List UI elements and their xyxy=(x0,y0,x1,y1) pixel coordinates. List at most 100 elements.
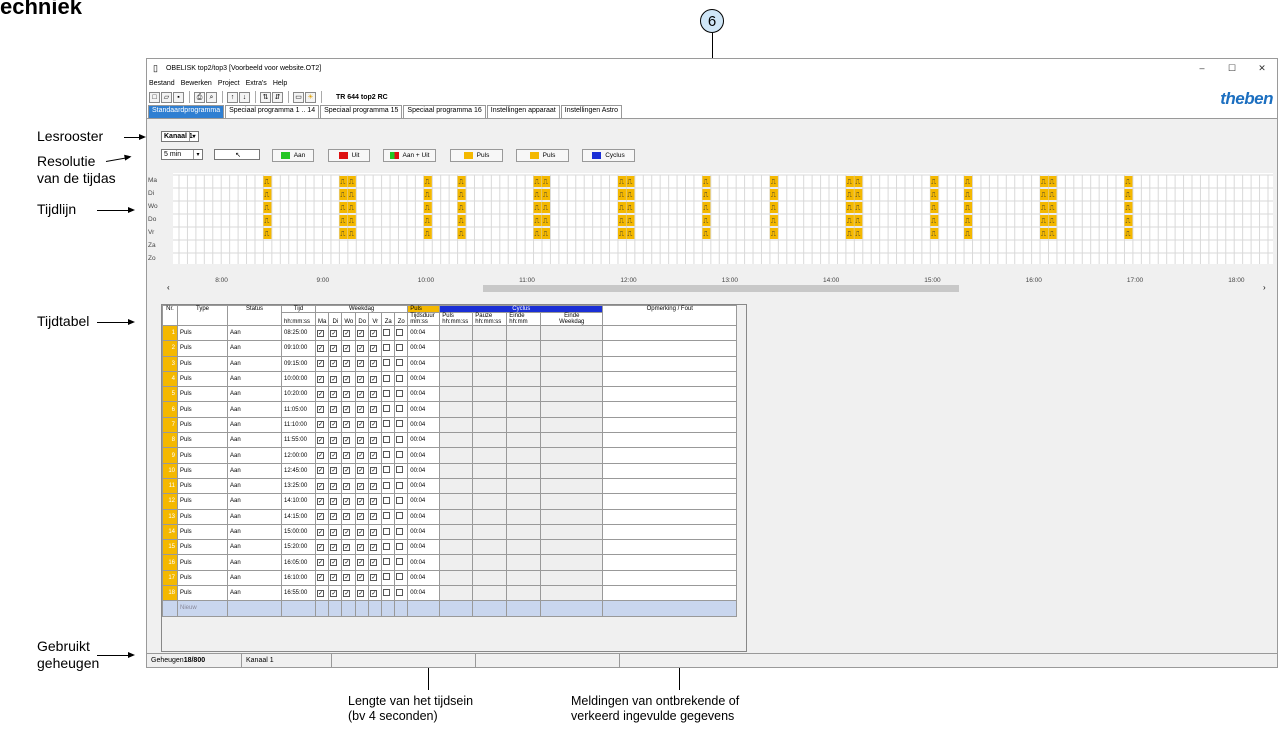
table-row[interactable]: 8 Puls Aan 11:55:00 ✓ ✓ ✓ ✓ ✓ 00:04 xyxy=(162,432,738,449)
table-row[interactable]: 15 Puls Aan 15:20:00 ✓ ✓ ✓ ✓ ✓ 00:04 xyxy=(162,539,738,556)
unchecked-checkbox[interactable] xyxy=(396,420,404,428)
unchecked-checkbox[interactable] xyxy=(383,588,391,596)
unchecked-checkbox[interactable] xyxy=(396,328,404,336)
row-type[interactable]: Puls xyxy=(177,401,228,418)
table-row[interactable]: 10 Puls Aan 12:45:00 ✓ ✓ ✓ ✓ ✓ 00:04 xyxy=(162,462,738,479)
unchecked-checkbox[interactable] xyxy=(396,542,404,550)
row-status[interactable]: Aan xyxy=(227,554,282,571)
row-status[interactable]: Aan xyxy=(227,523,282,541)
checked-checkbox[interactable]: ✓ xyxy=(357,559,365,567)
unchecked-checkbox[interactable] xyxy=(383,343,391,351)
checked-checkbox[interactable]: ✓ xyxy=(330,497,338,505)
unchecked-checkbox[interactable] xyxy=(383,389,391,397)
checked-checkbox[interactable]: ✓ xyxy=(317,559,324,567)
row-status[interactable]: Aan xyxy=(227,324,282,342)
checked-checkbox[interactable]: ✓ xyxy=(330,375,338,383)
table-row[interactable]: 11 Puls Aan 13:25:00 ✓ ✓ ✓ ✓ ✓ 00:04 xyxy=(162,477,738,495)
unchecked-checkbox[interactable] xyxy=(396,359,404,367)
tab-speciaal-15[interactable]: Speciaal programma 15 xyxy=(320,105,403,118)
row-time[interactable]: 10:20:00 xyxy=(281,386,316,403)
row-type[interactable]: Puls xyxy=(177,523,228,541)
row-time[interactable]: 15:20:00 xyxy=(281,539,316,556)
checked-checkbox[interactable]: ✓ xyxy=(330,543,338,551)
menu-help[interactable]: Help xyxy=(273,80,287,87)
row-time[interactable]: 16:55:00 xyxy=(281,585,316,602)
unchecked-checkbox[interactable] xyxy=(383,328,391,336)
row-duration[interactable]: 00:04 xyxy=(407,324,441,342)
checked-checkbox[interactable]: ✓ xyxy=(370,344,378,352)
timeline-scroll-thumb[interactable] xyxy=(483,285,959,292)
resolution-select[interactable]: 5 min ▾ xyxy=(161,149,203,160)
checked-checkbox[interactable]: ✓ xyxy=(370,329,378,337)
unchecked-checkbox[interactable] xyxy=(396,558,404,566)
menu-bestand[interactable]: Bestand xyxy=(149,80,175,87)
table-row[interactable]: 12 Puls Aan 14:10:00 ✓ ✓ ✓ ✓ ✓ 00:04 xyxy=(162,493,738,510)
row-duration[interactable]: 00:04 xyxy=(407,386,441,403)
row-status[interactable]: Aan xyxy=(227,508,282,525)
legend-puls-inverted-button[interactable]: Puls xyxy=(516,149,569,162)
row-status[interactable]: Aan xyxy=(227,539,282,556)
checked-checkbox[interactable]: ✓ xyxy=(357,375,365,383)
checked-checkbox[interactable]: ✓ xyxy=(357,344,365,352)
scroll-left-icon[interactable]: ‹ xyxy=(167,283,170,292)
legend-puls-button[interactable]: Puls xyxy=(450,149,503,162)
row-type[interactable]: Puls xyxy=(177,477,228,495)
checked-checkbox[interactable]: ✓ xyxy=(370,543,378,551)
open-folder-icon[interactable]: ▱ xyxy=(161,91,172,103)
table-row[interactable]: 4 Puls Aan 10:00:00 ✓ ✓ ✓ ✓ ✓ 00:04 xyxy=(162,370,738,388)
checked-checkbox[interactable]: ✓ xyxy=(343,375,351,383)
table-row[interactable]: 9 Puls Aan 12:00:00 ✓ ✓ ✓ ✓ ✓ 00:04 xyxy=(162,447,738,464)
menu-bewerken[interactable]: Bewerken xyxy=(181,80,212,87)
row-status[interactable]: Aan xyxy=(227,462,282,479)
card-icon[interactable]: ▭ xyxy=(293,91,304,103)
checked-checkbox[interactable]: ✓ xyxy=(343,436,351,444)
checked-checkbox[interactable]: ✓ xyxy=(357,329,365,337)
unchecked-checkbox[interactable] xyxy=(383,496,391,504)
checked-checkbox[interactable]: ✓ xyxy=(343,360,351,368)
row-type[interactable]: Puls xyxy=(177,508,228,525)
checked-checkbox[interactable]: ✓ xyxy=(317,329,324,337)
table-row[interactable]: 17 Puls Aan 16:10:00 ✓ ✓ ✓ ✓ ✓ 00:04 xyxy=(162,569,738,587)
row-status[interactable]: Aan xyxy=(227,401,282,418)
unchecked-checkbox[interactable] xyxy=(383,558,391,566)
checked-checkbox[interactable]: ✓ xyxy=(330,421,338,429)
checked-checkbox[interactable]: ✓ xyxy=(317,375,324,383)
row-duration[interactable]: 00:04 xyxy=(407,539,441,556)
checked-checkbox[interactable]: ✓ xyxy=(317,543,324,551)
checked-checkbox[interactable]: ✓ xyxy=(343,574,351,582)
row-status[interactable]: Aan xyxy=(227,493,282,510)
upload-device-icon[interactable]: ↑ xyxy=(227,91,238,103)
checked-checkbox[interactable]: ✓ xyxy=(370,421,378,429)
checked-checkbox[interactable]: ✓ xyxy=(317,528,324,536)
unchecked-checkbox[interactable] xyxy=(383,573,391,581)
row-time[interactable]: 13:25:00 xyxy=(281,477,316,495)
unchecked-checkbox[interactable] xyxy=(396,435,404,443)
checked-checkbox[interactable]: ✓ xyxy=(330,360,338,368)
checked-checkbox[interactable]: ✓ xyxy=(357,467,365,475)
pointer-tool-button[interactable]: ↖ xyxy=(214,149,260,160)
close-button[interactable]: ✕ xyxy=(1247,59,1277,77)
table-row[interactable]: 1 Puls Aan 08:25:00 ✓ ✓ ✓ ✓ ✓ 00:04 xyxy=(162,324,738,342)
row-type[interactable]: Puls xyxy=(177,386,228,403)
unchecked-checkbox[interactable] xyxy=(383,374,391,382)
row-duration[interactable]: 00:04 xyxy=(407,370,441,388)
checked-checkbox[interactable]: ✓ xyxy=(330,329,338,337)
checked-checkbox[interactable]: ✓ xyxy=(343,589,351,597)
unchecked-checkbox[interactable] xyxy=(396,573,404,581)
row-type[interactable]: Puls xyxy=(177,462,228,479)
unchecked-checkbox[interactable] xyxy=(383,527,391,535)
checked-checkbox[interactable]: ✓ xyxy=(343,390,351,398)
table-row[interactable]: 2 Puls Aan 09:10:00 ✓ ✓ ✓ ✓ ✓ 00:04 xyxy=(162,340,738,357)
checked-checkbox[interactable]: ✓ xyxy=(343,467,351,475)
checked-checkbox[interactable]: ✓ xyxy=(357,406,365,414)
new-file-icon[interactable]: □ xyxy=(149,91,160,103)
row-status[interactable]: Aan xyxy=(227,355,282,372)
checked-checkbox[interactable]: ✓ xyxy=(357,452,365,460)
print-icon[interactable]: ⎙ xyxy=(194,91,205,103)
row-status[interactable]: Aan xyxy=(227,447,282,464)
checked-checkbox[interactable]: ✓ xyxy=(343,559,351,567)
checked-checkbox[interactable]: ✓ xyxy=(330,559,338,567)
row-time[interactable]: 15:00:00 xyxy=(281,523,316,541)
checked-checkbox[interactable]: ✓ xyxy=(370,589,378,597)
checked-checkbox[interactable]: ✓ xyxy=(330,452,338,460)
